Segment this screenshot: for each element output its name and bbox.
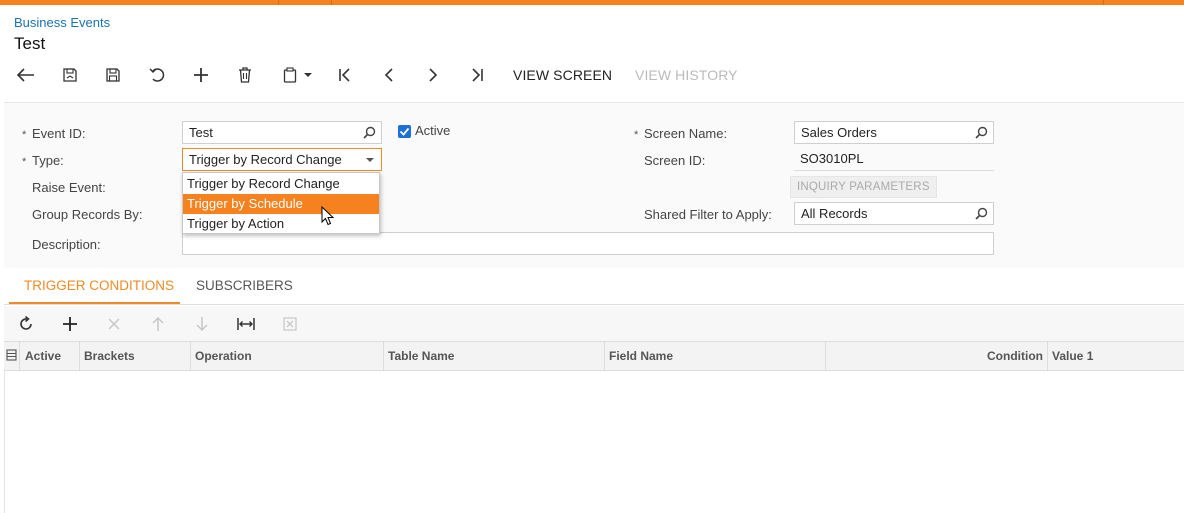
chevron-down-icon <box>366 158 374 162</box>
view-screen-button[interactable]: VIEW SCREEN <box>513 67 612 83</box>
column-header-table-name[interactable]: Table Name <box>384 342 605 370</box>
column-header-active[interactable]: Active <box>20 342 80 370</box>
save-icon <box>106 68 120 82</box>
grid-header: Active Brackets Operation Table Name Fie… <box>4 341 1184 371</box>
arrow-up-icon <box>152 316 164 331</box>
save-and-close-button[interactable] <box>58 62 82 88</box>
chevron-down-icon <box>304 73 312 77</box>
delete-row-button[interactable] <box>104 314 124 334</box>
mouse-pointer-icon <box>321 206 335 226</box>
event-id-label: Event ID: <box>32 126 86 141</box>
required-mark: * <box>22 129 27 141</box>
first-page-icon <box>339 68 350 82</box>
main-toolbar: VIEW SCREEN VIEW HISTORY <box>0 62 780 88</box>
page-title: Test <box>14 34 46 53</box>
last-record-button[interactable] <box>465 62 489 88</box>
type-value: Trigger by Record Change <box>189 152 342 167</box>
save-button[interactable] <box>101 62 125 88</box>
top-accent-bar <box>0 0 1184 5</box>
refresh-icon <box>20 316 32 330</box>
description-label: Description: <box>32 237 101 252</box>
dropdown-option-schedule[interactable]: Trigger by Schedule <box>183 194 379 214</box>
fit-columns-button[interactable] <box>236 314 256 334</box>
grid-toolbar <box>4 306 1184 341</box>
close-icon <box>108 318 120 330</box>
column-header-condition[interactable]: Condition <box>826 342 1048 370</box>
move-down-button[interactable] <box>192 314 212 334</box>
raise-event-label: Raise Event: <box>32 180 106 195</box>
screen-name-value: Sales Orders <box>801 125 877 140</box>
inquiry-parameters-button[interactable]: INQUIRY PARAMETERS <box>790 176 937 198</box>
plus-icon <box>194 68 208 82</box>
view-history-button[interactable]: VIEW HISTORY <box>635 67 738 83</box>
add-row-button[interactable] <box>60 314 80 334</box>
column-header-operation[interactable]: Operation <box>191 342 384 370</box>
screen-name-field[interactable]: Sales Orders <box>794 121 994 144</box>
search-icon <box>975 207 988 220</box>
screen-name-label: Screen Name: <box>644 126 728 141</box>
breadcrumb[interactable]: Business Events <box>14 15 110 30</box>
type-dropdown-list: Trigger by Record Change Trigger by Sche… <box>182 172 380 234</box>
event-id-value: Test <box>189 125 213 140</box>
fit-width-icon <box>237 318 255 330</box>
back-button[interactable] <box>14 62 38 88</box>
save-close-icon <box>63 68 77 82</box>
top-bar-separator <box>331 0 332 5</box>
chevron-left-icon <box>384 68 393 82</box>
previous-record-button[interactable] <box>377 62 401 88</box>
checkmark-icon <box>399 127 410 136</box>
column-header-field-name[interactable]: Field Name <box>605 342 826 370</box>
search-icon <box>975 126 988 139</box>
active-checkbox[interactable] <box>398 125 411 138</box>
undo-button[interactable] <box>145 62 169 88</box>
excel-icon <box>283 317 297 331</box>
tab-subscribers[interactable]: SUBSCRIBERS <box>196 270 293 304</box>
undo-icon <box>149 68 165 82</box>
grid-body <box>4 371 1184 513</box>
column-header-value-1[interactable]: Value 1 <box>1048 342 1184 370</box>
shared-filter-field[interactable]: All Records <box>794 202 994 225</box>
next-record-button[interactable] <box>421 62 445 88</box>
move-up-button[interactable] <box>148 314 168 334</box>
back-arrow-icon <box>17 68 34 82</box>
row-selector-column[interactable] <box>4 342 20 370</box>
screen-id-value: SO3010PL <box>794 148 994 171</box>
refresh-button[interactable] <box>16 314 36 334</box>
top-bar-separator <box>278 0 279 5</box>
search-icon <box>363 126 376 139</box>
screen-id-label: Screen ID: <box>644 153 706 168</box>
active-label: Active <box>415 123 451 138</box>
clipboard-icon <box>283 67 297 83</box>
arrow-down-icon <box>196 317 208 332</box>
column-header-brackets[interactable]: Brackets <box>80 342 191 370</box>
last-page-icon <box>472 68 483 82</box>
first-record-button[interactable] <box>333 62 357 88</box>
add-button[interactable] <box>189 62 213 88</box>
type-select[interactable]: Trigger by Record Change <box>182 148 382 171</box>
tab-trigger-conditions[interactable]: TRIGGER CONDITIONS <box>9 270 180 304</box>
dropdown-option-record-change[interactable]: Trigger by Record Change <box>183 174 379 194</box>
required-mark: * <box>22 156 27 168</box>
dropdown-option-action[interactable]: Trigger by Action <box>183 214 379 234</box>
required-mark: * <box>634 129 639 141</box>
clipboard-menu-button[interactable] <box>278 62 318 88</box>
event-id-field[interactable]: Test <box>182 121 382 144</box>
trash-icon <box>239 67 251 83</box>
chevron-right-icon <box>429 68 438 82</box>
column-settings-icon <box>6 349 17 361</box>
shared-filter-value: All Records <box>801 206 868 221</box>
description-field[interactable] <box>182 232 994 255</box>
type-label: Type: <box>32 153 64 168</box>
delete-button[interactable] <box>233 62 257 88</box>
tab-bar: TRIGGER CONDITIONS SUBSCRIBERS <box>4 270 1184 305</box>
top-bar-separator <box>1103 0 1104 5</box>
plus-icon <box>63 317 77 331</box>
group-records-label: Group Records By: <box>32 207 143 222</box>
shared-filter-label: Shared Filter to Apply: <box>644 207 772 222</box>
export-excel-button[interactable] <box>280 314 300 334</box>
